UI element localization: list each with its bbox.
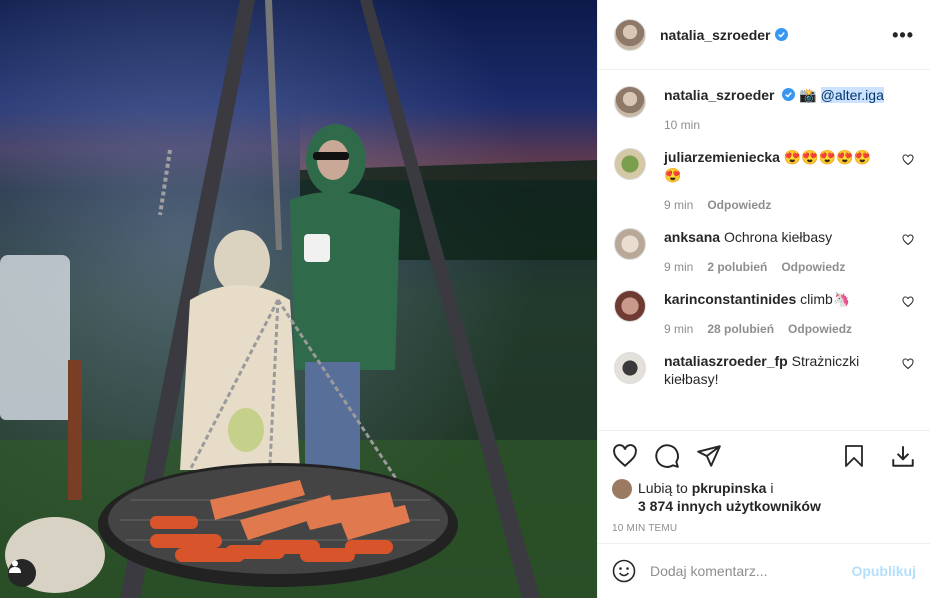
add-comment-bar: Dodaj komentarz... Opublikuj bbox=[598, 543, 930, 598]
caption-avatar[interactable] bbox=[614, 86, 646, 118]
reply-button[interactable]: Odpowiedz bbox=[781, 258, 845, 276]
comment-input[interactable]: Dodaj komentarz... bbox=[650, 563, 851, 579]
verified-icon bbox=[774, 28, 788, 41]
like-comment-heart-icon[interactable] bbox=[902, 358, 914, 370]
comment-likes-count[interactable]: 2 polubień bbox=[707, 258, 767, 276]
caption: natalia_szroeder 📸 @alter.iga 10 min bbox=[614, 86, 914, 134]
author-username-text[interactable]: natalia_szroeder bbox=[660, 27, 771, 43]
comment-icon[interactable] bbox=[654, 443, 680, 469]
caption-mention-link[interactable]: @alter.iga bbox=[820, 87, 884, 103]
comment-avatar[interactable] bbox=[614, 228, 646, 260]
post-header: natalia_szroeder ••• bbox=[598, 0, 930, 70]
comment-avatar[interactable] bbox=[614, 352, 646, 384]
post-timestamp[interactable]: 10 MIN TEMU bbox=[612, 523, 916, 534]
download-icon[interactable] bbox=[890, 443, 916, 469]
like-comment-heart-icon[interactable] bbox=[902, 234, 914, 246]
comment-likes-count[interactable]: 28 polubień bbox=[707, 320, 774, 338]
comment-username[interactable]: nataliaszroeder_fp bbox=[664, 353, 788, 369]
more-options-button[interactable]: ••• bbox=[892, 26, 914, 44]
comment-text: Ochrona kiełbasy bbox=[723, 229, 833, 245]
bookmark-icon[interactable] bbox=[842, 443, 866, 469]
likes-others-link[interactable]: 3 874 innych użytkowników bbox=[638, 498, 821, 514]
liker-avatar[interactable] bbox=[612, 479, 632, 499]
post-actions: Lubią to pkrupinska i 3 874 innych użytk… bbox=[598, 430, 930, 543]
verified-icon bbox=[782, 88, 796, 101]
camera-emoji: 📸 bbox=[799, 87, 817, 103]
comment-time[interactable]: 9 min bbox=[664, 196, 693, 214]
comment-avatar[interactable] bbox=[614, 148, 646, 180]
likes-summary: Lubią to pkrupinska i 3 874 innych użytk… bbox=[612, 479, 916, 515]
instagram-post-modal: natalia_szroeder ••• natalia_szroeder 📸 … bbox=[0, 0, 930, 598]
caption-username[interactable]: natalia_szroeder bbox=[664, 87, 775, 103]
author-username[interactable]: natalia_szroeder bbox=[660, 27, 788, 43]
comment-item: anksana Ochrona kiełbasy 9 min 2 polubie… bbox=[614, 228, 914, 276]
heart-icon[interactable] bbox=[612, 443, 638, 469]
author-avatar[interactable] bbox=[614, 18, 646, 51]
likes-prefix: Lubią to bbox=[638, 480, 688, 496]
caption-time[interactable]: 10 min bbox=[664, 116, 700, 134]
comment-time[interactable]: 9 min bbox=[664, 320, 693, 338]
comments-list[interactable]: natalia_szroeder 📸 @alter.iga 10 min jul… bbox=[598, 70, 930, 430]
comment-username[interactable]: anksana bbox=[664, 229, 720, 245]
share-icon[interactable] bbox=[696, 443, 722, 469]
comment-time[interactable]: 9 min bbox=[664, 258, 693, 276]
reply-button[interactable]: Odpowiedz bbox=[707, 196, 771, 214]
like-comment-heart-icon[interactable] bbox=[902, 154, 914, 166]
reply-button[interactable]: Odpowiedz bbox=[788, 320, 852, 338]
liker-username[interactable]: pkrupinska bbox=[692, 480, 767, 496]
post-photo[interactable] bbox=[0, 0, 597, 598]
comment-username[interactable]: karinconstantinides bbox=[664, 291, 796, 307]
likes-conj: i bbox=[770, 480, 774, 496]
comment-text: climb🦄 bbox=[800, 291, 851, 307]
post-side-panel: natalia_szroeder ••• natalia_szroeder 📸 … bbox=[597, 0, 930, 598]
emoji-icon[interactable] bbox=[612, 559, 636, 583]
comment-item: juliarzemieniecka 😍😍😍😍😍😍 9 min Odpowiedz bbox=[614, 148, 914, 214]
photo-scene bbox=[0, 0, 597, 598]
like-comment-heart-icon[interactable] bbox=[902, 296, 914, 308]
comment-username[interactable]: juliarzemieniecka bbox=[664, 149, 780, 165]
user-tag-icon[interactable] bbox=[8, 559, 36, 587]
comment-avatar[interactable] bbox=[614, 290, 646, 322]
comment-item: nataliaszroeder_fp Strażniczki kiełbasy! bbox=[614, 352, 914, 388]
comment-item: karinconstantinides climb🦄 9 min 28 polu… bbox=[614, 290, 914, 338]
post-comment-button[interactable]: Opublikuj bbox=[851, 563, 916, 579]
